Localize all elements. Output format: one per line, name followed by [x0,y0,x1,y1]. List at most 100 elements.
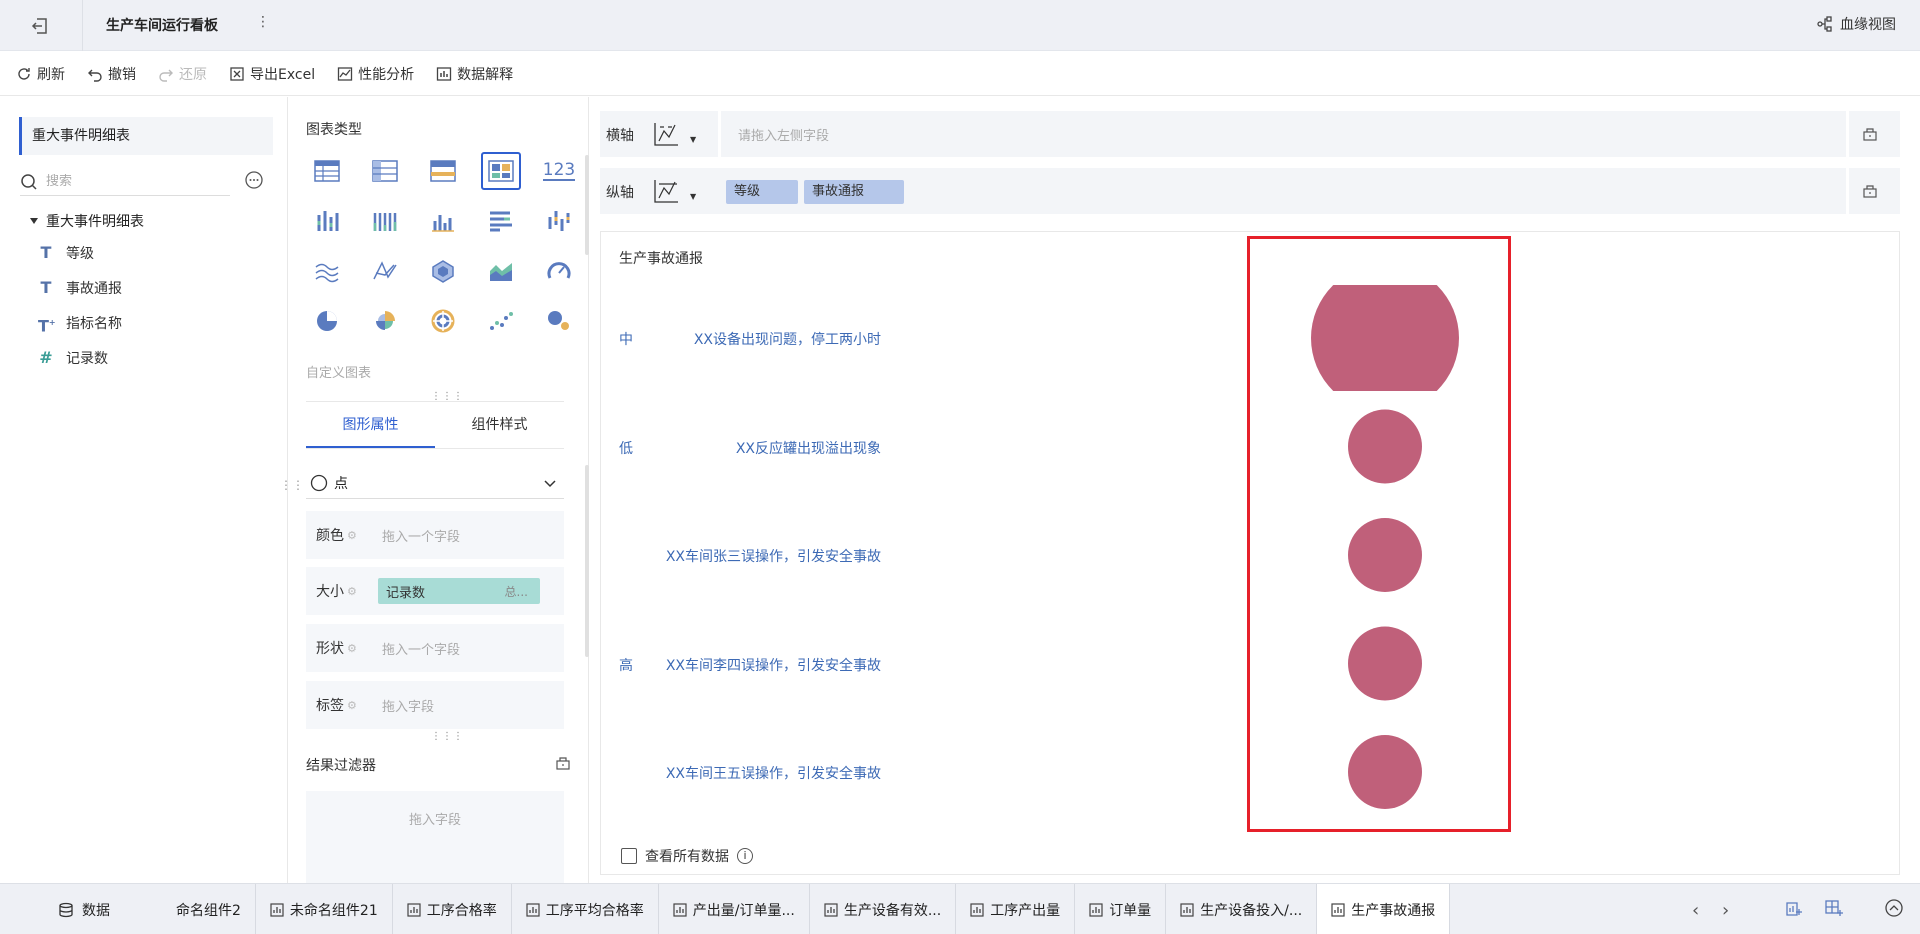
chart-type-table[interactable] [307,152,347,190]
tree-root-label: 重大事件明细表 [46,214,144,230]
chart-type-column[interactable] [423,202,463,240]
sheet-tab-label: 工序平均合格率 [545,902,644,919]
calculated-text-field-icon: T+ [38,316,56,336]
sheet-tab[interactable]: 工序合格率 [393,884,512,934]
chart-icon [407,902,421,917]
field-item[interactable]: T 等级 [38,243,94,263]
chart-type-scrollbar[interactable] [585,155,589,255]
sheet-tab-label: 工序产出量 [990,902,1061,919]
size-aggregation[interactable]: 总... [505,583,528,600]
sheet-tab[interactable]: 未命名组件21 [256,884,393,934]
chart-type-custom-selected[interactable] [481,152,521,190]
performance-button[interactable]: 性能分析 [337,64,414,84]
gear-icon[interactable]: ⚙ [347,529,357,542]
filter-drop-zone[interactable]: 拖入字段 [306,791,564,883]
sheet-tab[interactable]: 生产事故通报 [1317,884,1451,934]
more-options-icon[interactable] [244,170,264,190]
axis-mode-icon[interactable] [652,121,680,147]
view-all-data[interactable]: 查看所有数据 i [621,846,753,866]
dataset-title[interactable]: 重大事件明细表 [19,117,273,155]
sheet-tab[interactable]: 生产设备有效... [810,884,957,934]
x-axis-label: 横轴 [606,128,634,144]
property-scrollbar[interactable] [585,465,589,657]
sheet-tab[interactable]: 生产设备投入/... [1166,884,1318,934]
add-component-icon[interactable] [1784,898,1804,918]
size-field-pill[interactable]: 记录数 总... [378,578,540,604]
search-input[interactable] [46,174,216,189]
highlight-box [1247,236,1511,832]
shelf-settings-icon[interactable] [1846,111,1890,157]
chart-type-crosstab[interactable] [365,152,405,190]
data-explain-button[interactable]: 数据解释 [436,64,513,84]
collapse-up-icon[interactable] [1884,898,1904,918]
filter-settings-icon[interactable] [555,755,571,771]
caret-down-icon[interactable]: ▼ [690,135,696,144]
chart-type-stacked-column[interactable] [365,202,405,240]
add-dashboard-icon[interactable] [1824,898,1844,918]
shelf-settings-icon[interactable] [1846,168,1890,214]
sheet-tab[interactable]: 工序产出量 [956,884,1076,934]
chart-type-bar[interactable] [481,202,521,240]
lineage-view-button[interactable]: 血缘视图 [1816,14,1896,34]
y-field-pill-level[interactable]: 等级 [726,180,798,204]
side-panel-handle[interactable]: ⋮⋮ [280,478,304,492]
export-excel-button[interactable]: 导出Excel [229,64,315,84]
gear-icon[interactable]: ⚙ [347,699,357,712]
sheet-tab[interactable]: 工序平均合格率 [512,884,659,934]
field-item[interactable]: # 记录数 [38,348,108,368]
sheet-tab[interactable]: 命名组件2 [176,884,256,934]
shape-property[interactable]: 形状 ⚙ 拖入一个字段 [306,624,564,672]
performance-icon [337,66,353,81]
more-menu-icon[interactable]: ⋮ [256,14,270,30]
chart-type-number[interactable]: 123 [539,152,579,190]
tree-root-dataset[interactable]: 重大事件明细表 [30,211,144,231]
exit-icon[interactable] [28,14,52,38]
chart-type-area[interactable] [481,252,521,290]
info-icon[interactable]: i [737,848,753,864]
chevron-left-icon[interactable]: ‹ [1692,900,1699,921]
redo-button[interactable]: 还原 [158,64,207,84]
chart-type-detail-table[interactable] [423,152,463,190]
caret-down-icon[interactable]: ▼ [690,192,696,201]
chart-type-rose[interactable] [365,302,405,340]
custom-chart-label[interactable]: 自定义图表 [306,362,371,381]
size-property[interactable]: 大小 ⚙ 记录数 总... [306,567,564,615]
chart-type-multi-pie[interactable] [423,302,463,340]
panel-resize-handle[interactable]: ⋮⋮⋮ [431,731,464,742]
gear-icon[interactable]: ⚙ [347,585,357,598]
field-item[interactable]: T+ 指标名称 [38,313,122,336]
chart-type-gauge[interactable] [539,252,579,290]
refresh-button[interactable]: 刷新 [16,64,65,84]
tab-shape-properties[interactable]: 图形属性 [306,402,435,448]
gear-icon[interactable]: ⚙ [347,642,357,655]
field-label: 指标名称 [66,316,122,332]
chart-type-radar[interactable] [423,252,463,290]
chart-type-line[interactable] [307,252,347,290]
undo-button[interactable]: 撤销 [87,64,136,84]
size-label: 大小 ⚙ [316,581,374,601]
chevron-right-icon[interactable]: › [1722,900,1729,921]
sheet-tab[interactable]: 产出量/订单量... [659,884,810,934]
chart-type-range-column[interactable] [539,202,579,240]
tab-component-style[interactable]: 组件样式 [435,402,564,448]
sheet-tab[interactable]: 订单量 [1075,884,1167,934]
axis-mode-icon[interactable] [652,178,680,204]
y-field-pill-report[interactable]: 事故通报 [804,180,904,204]
redo-icon [159,69,173,82]
view-all-checkbox[interactable] [621,848,637,864]
text-field-icon: T [40,278,52,297]
result-filter-label: 结果过滤器 [306,758,376,774]
chart-type-radar-line[interactable] [365,252,405,290]
label-property[interactable]: 标签 ⚙ 拖入字段 [306,681,564,729]
undo-icon [88,69,102,82]
mark-type-select[interactable]: 点 [306,467,564,499]
chart-type-grouped-column[interactable] [307,202,347,240]
chart-icon [824,902,838,917]
x-axis-drop-hint[interactable]: 请拖入左侧字段 [738,125,829,144]
field-item[interactable]: T 事故通报 [38,278,122,298]
chart-type-scatter[interactable] [481,302,521,340]
color-property[interactable]: 颜色 ⚙ 拖入一个字段 [306,511,564,559]
chart-type-bubble[interactable] [539,302,579,340]
chart-type-pie[interactable] [307,302,347,340]
data-tab[interactable]: 数据 [58,900,110,920]
